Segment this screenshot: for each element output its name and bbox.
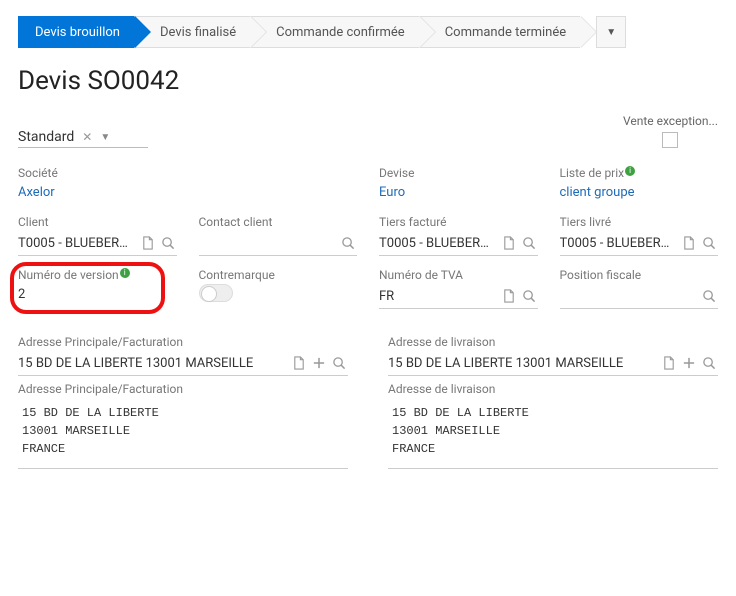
document-icon[interactable] — [139, 234, 157, 252]
document-icon[interactable] — [500, 234, 518, 252]
fiscal-position-label: Position fiscale — [560, 268, 719, 282]
client-contact-label: Contact client — [199, 215, 358, 229]
document-icon[interactable] — [660, 354, 678, 372]
document-icon[interactable] — [290, 354, 308, 372]
delivery-address-label: Adresse de livraison — [388, 335, 718, 349]
version-number-value: 2 — [18, 284, 177, 305]
workflow-step-finalized[interactable]: Devis finalisé — [134, 16, 250, 48]
search-icon[interactable] — [700, 287, 718, 305]
clear-icon[interactable]: ✕ — [82, 130, 92, 144]
delivered-party-input[interactable]: T0005 - BLUEBERRY — [560, 231, 719, 256]
invoiced-party-input[interactable]: T0005 - BLUEBERRY — [379, 231, 538, 256]
sale-exception-label: Vente exception... — [623, 114, 718, 128]
invoiced-party-label: Tiers facturé — [379, 215, 538, 229]
search-icon[interactable] — [159, 234, 177, 252]
search-icon[interactable] — [330, 354, 348, 372]
plus-icon[interactable] — [310, 354, 328, 372]
contremarque-toggle[interactable] — [199, 284, 233, 302]
price-list-label: Liste de prixi — [560, 166, 719, 180]
document-icon[interactable] — [680, 234, 698, 252]
search-icon[interactable] — [520, 287, 538, 305]
chevron-down-icon: ▼ — [100, 132, 110, 143]
vat-number-input[interactable]: FR — [379, 284, 538, 309]
search-icon[interactable] — [339, 234, 357, 252]
delivery-address-input[interactable]: 15 BD DE LA LIBERTE 13001 MARSEILLE — [388, 351, 718, 376]
company-label: Société — [18, 166, 357, 180]
workflow-step-finished[interactable]: Commande terminée — [419, 16, 580, 48]
price-list-value[interactable]: client groupe — [560, 182, 719, 203]
delivery-address-text-label: Adresse de livraison — [388, 382, 718, 396]
workflow-step-confirmed[interactable]: Commande confirmée — [250, 16, 419, 48]
workflow-more-button[interactable]: ▼ — [596, 16, 626, 48]
delivery-address-text: 15 BD DE LA LIBERTE 13001 MARSEILLE FRAN… — [388, 398, 718, 469]
client-contact-input[interactable] — [199, 231, 358, 256]
template-select-value: Standard — [18, 129, 74, 145]
search-icon[interactable] — [700, 354, 718, 372]
main-address-input[interactable]: 15 BD DE LA LIBERTE 13001 MARSEILLE — [18, 351, 348, 376]
document-icon[interactable] — [500, 287, 518, 305]
client-input[interactable]: T0005 - BLUEBERRY — [18, 231, 177, 256]
main-address-text: 15 BD DE LA LIBERTE 13001 MARSEILLE FRAN… — [18, 398, 348, 469]
workflow-status-bar: Devis brouillon Devis finalisé Commande … — [18, 16, 718, 48]
workflow-step-draft[interactable]: Devis brouillon — [18, 16, 134, 48]
main-address-label: Adresse Principale/Facturation — [18, 335, 348, 349]
vat-number-label: Numéro de TVA — [379, 268, 538, 282]
sale-exception-checkbox[interactable] — [662, 132, 678, 148]
page-title: Devis SO0042 — [18, 66, 718, 96]
info-icon: i — [120, 268, 130, 278]
main-address-text-label: Adresse Principale/Facturation — [18, 382, 348, 396]
currency-value[interactable]: Euro — [379, 182, 538, 203]
version-number-label: Numéro de versioni — [18, 268, 177, 282]
contremarque-label: Contremarque — [199, 268, 358, 282]
currency-label: Devise — [379, 166, 538, 180]
search-icon[interactable] — [700, 234, 718, 252]
client-label: Client — [18, 215, 177, 229]
delivered-party-label: Tiers livré — [560, 215, 719, 229]
fiscal-position-input[interactable] — [560, 284, 719, 309]
plus-icon[interactable] — [680, 354, 698, 372]
company-value[interactable]: Axelor — [18, 182, 357, 203]
template-select[interactable]: Standard ✕ ▼ — [18, 127, 148, 148]
info-icon: i — [625, 166, 635, 176]
search-icon[interactable] — [520, 234, 538, 252]
